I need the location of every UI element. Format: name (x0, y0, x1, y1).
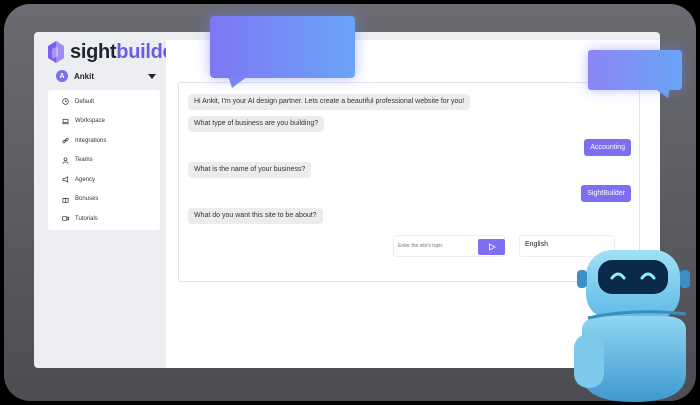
bot-message: What do you want this site to be about? (188, 208, 323, 224)
sidebar-item-label: Workspace (75, 118, 105, 125)
sidebar-item-workspace[interactable]: Workspace (48, 112, 160, 132)
decorative-speech-bubble (588, 50, 682, 90)
topic-input[interactable] (398, 239, 474, 253)
clock-icon (62, 98, 69, 105)
brand-name: sightbuilder (70, 40, 181, 63)
speech-bubble-tail (654, 88, 670, 98)
sidebar-item-bonuses[interactable]: Bonuses (48, 190, 160, 210)
avatar: A (56, 70, 68, 82)
decorative-speech-bubble (210, 16, 355, 78)
sidebar-item-tutorials[interactable]: Tutorials (48, 209, 160, 229)
sidebar-item-agency[interactable]: Agency (48, 170, 160, 190)
sidebar-item-label: Default (75, 98, 95, 105)
gift-icon (62, 198, 69, 203)
sidebar-item-label: Agency (75, 176, 96, 183)
robot-mascot-icon (574, 250, 690, 402)
user-reply: Accounting (584, 139, 631, 156)
user-reply: SightBuilder (581, 185, 631, 202)
topic-input-group (393, 235, 505, 257)
chat-panel: Hi Ankit, I'm your AI design partner. Le… (178, 82, 640, 282)
logo[interactable]: sightbuilder (46, 40, 181, 64)
user-menu[interactable]: A Ankit (56, 68, 156, 84)
send-button[interactable] (478, 239, 505, 255)
caret-down-icon (148, 73, 156, 79)
send-icon (488, 243, 496, 251)
speech-bubble-tail (228, 76, 248, 88)
bot-message: What is the name of your business? (188, 162, 312, 178)
app-window: sightbuilder A Ankit Default Workspace I… (34, 32, 660, 368)
laptop-icon (62, 118, 69, 124)
video-icon (62, 216, 69, 221)
megaphone-icon (62, 176, 69, 183)
sidebar-item-label: Tutorials (75, 215, 98, 222)
user-icon (62, 157, 69, 164)
link-icon (62, 138, 69, 144)
bot-message: What type of business are you building? (188, 116, 325, 132)
sidebar-item-label: Teams (75, 157, 93, 164)
sidebar-item-default[interactable]: Default (48, 92, 160, 112)
sidebar: sightbuilder A Ankit Default Workspace I… (34, 32, 181, 368)
user-name: Ankit (74, 71, 94, 81)
sidebar-item-integrations[interactable]: Integrations (48, 131, 160, 151)
sidebar-item-label: Bonuses (75, 196, 99, 203)
logo-icon (46, 40, 66, 64)
sidebar-item-teams[interactable]: Teams (48, 151, 160, 171)
sidebar-item-label: Integrations (75, 137, 107, 144)
bot-message: Hi Ankit, I'm your AI design partner. Le… (188, 94, 471, 110)
sidebar-nav: Default Workspace Integrations Teams Age… (48, 90, 160, 230)
